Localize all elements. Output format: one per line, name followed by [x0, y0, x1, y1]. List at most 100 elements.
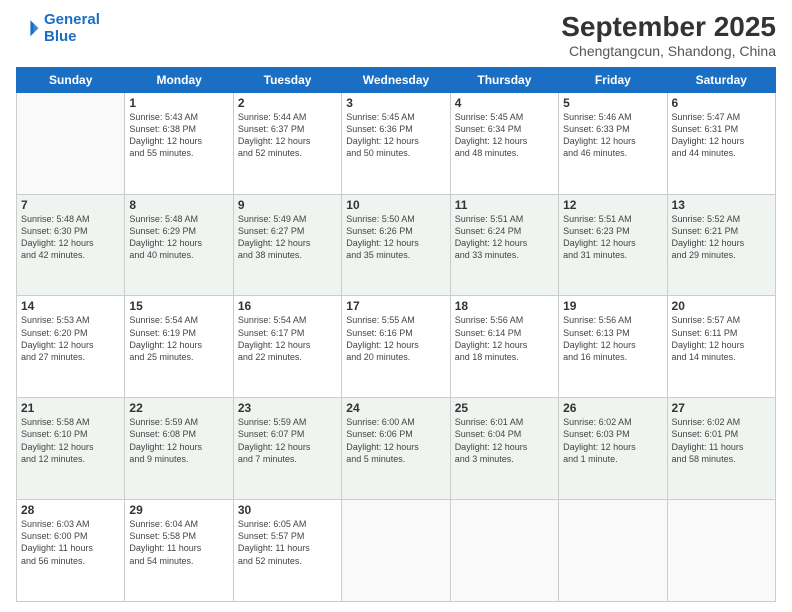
day-info: Sunrise: 5:59 AM Sunset: 6:07 PM Dayligh…	[238, 416, 337, 465]
table-row: 30Sunrise: 6:05 AM Sunset: 5:57 PM Dayli…	[233, 500, 341, 602]
calendar-week-row: 1Sunrise: 5:43 AM Sunset: 6:38 PM Daylig…	[17, 92, 776, 194]
table-row: 3Sunrise: 5:45 AM Sunset: 6:36 PM Daylig…	[342, 92, 450, 194]
day-info: Sunrise: 6:05 AM Sunset: 5:57 PM Dayligh…	[238, 518, 337, 567]
table-row: 21Sunrise: 5:58 AM Sunset: 6:10 PM Dayli…	[17, 398, 125, 500]
day-number: 19	[563, 299, 662, 313]
table-row: 7Sunrise: 5:48 AM Sunset: 6:30 PM Daylig…	[17, 194, 125, 296]
day-info: Sunrise: 6:02 AM Sunset: 6:03 PM Dayligh…	[563, 416, 662, 465]
day-info: Sunrise: 5:59 AM Sunset: 6:08 PM Dayligh…	[129, 416, 228, 465]
day-info: Sunrise: 5:49 AM Sunset: 6:27 PM Dayligh…	[238, 213, 337, 262]
calendar-week-row: 14Sunrise: 5:53 AM Sunset: 6:20 PM Dayli…	[17, 296, 776, 398]
table-row: 5Sunrise: 5:46 AM Sunset: 6:33 PM Daylig…	[559, 92, 667, 194]
day-number: 27	[672, 401, 771, 415]
day-number: 10	[346, 198, 445, 212]
day-info: Sunrise: 6:02 AM Sunset: 6:01 PM Dayligh…	[672, 416, 771, 465]
day-number: 16	[238, 299, 337, 313]
table-row: 15Sunrise: 5:54 AM Sunset: 6:19 PM Dayli…	[125, 296, 233, 398]
header: General Blue September 2025 Chengtangcun…	[16, 12, 776, 59]
day-number: 21	[21, 401, 120, 415]
header-sunday: Sunday	[17, 67, 125, 92]
day-number: 24	[346, 401, 445, 415]
table-row: 28Sunrise: 6:03 AM Sunset: 6:00 PM Dayli…	[17, 500, 125, 602]
day-number: 15	[129, 299, 228, 313]
table-row: 20Sunrise: 5:57 AM Sunset: 6:11 PM Dayli…	[667, 296, 775, 398]
header-tuesday: Tuesday	[233, 67, 341, 92]
day-number: 8	[129, 198, 228, 212]
header-thursday: Thursday	[450, 67, 558, 92]
day-info: Sunrise: 5:48 AM Sunset: 6:30 PM Dayligh…	[21, 213, 120, 262]
day-number: 28	[21, 503, 120, 517]
day-info: Sunrise: 6:00 AM Sunset: 6:06 PM Dayligh…	[346, 416, 445, 465]
table-row: 23Sunrise: 5:59 AM Sunset: 6:07 PM Dayli…	[233, 398, 341, 500]
header-wednesday: Wednesday	[342, 67, 450, 92]
logo: General Blue	[16, 12, 100, 45]
header-monday: Monday	[125, 67, 233, 92]
day-info: Sunrise: 5:51 AM Sunset: 6:24 PM Dayligh…	[455, 213, 554, 262]
day-info: Sunrise: 6:01 AM Sunset: 6:04 PM Dayligh…	[455, 416, 554, 465]
logo-icon	[16, 17, 40, 41]
day-number: 11	[455, 198, 554, 212]
table-row: 9Sunrise: 5:49 AM Sunset: 6:27 PM Daylig…	[233, 194, 341, 296]
table-row: 17Sunrise: 5:55 AM Sunset: 6:16 PM Dayli…	[342, 296, 450, 398]
page: General Blue September 2025 Chengtangcun…	[0, 0, 792, 612]
calendar-table: Sunday Monday Tuesday Wednesday Thursday…	[16, 67, 776, 602]
day-number: 7	[21, 198, 120, 212]
calendar-week-row: 7Sunrise: 5:48 AM Sunset: 6:30 PM Daylig…	[17, 194, 776, 296]
header-saturday: Saturday	[667, 67, 775, 92]
weekday-header-row: Sunday Monday Tuesday Wednesday Thursday…	[17, 67, 776, 92]
header-friday: Friday	[559, 67, 667, 92]
day-number: 12	[563, 198, 662, 212]
location-subtitle: Chengtangcun, Shandong, China	[561, 43, 776, 59]
table-row	[450, 500, 558, 602]
table-row: 18Sunrise: 5:56 AM Sunset: 6:14 PM Dayli…	[450, 296, 558, 398]
day-info: Sunrise: 5:54 AM Sunset: 6:17 PM Dayligh…	[238, 314, 337, 363]
day-number: 22	[129, 401, 228, 415]
day-info: Sunrise: 5:51 AM Sunset: 6:23 PM Dayligh…	[563, 213, 662, 262]
day-info: Sunrise: 5:50 AM Sunset: 6:26 PM Dayligh…	[346, 213, 445, 262]
day-number: 6	[672, 96, 771, 110]
day-number: 30	[238, 503, 337, 517]
table-row	[17, 92, 125, 194]
day-info: Sunrise: 5:45 AM Sunset: 6:34 PM Dayligh…	[455, 111, 554, 160]
day-info: Sunrise: 5:45 AM Sunset: 6:36 PM Dayligh…	[346, 111, 445, 160]
day-number: 9	[238, 198, 337, 212]
day-info: Sunrise: 5:43 AM Sunset: 6:38 PM Dayligh…	[129, 111, 228, 160]
table-row: 8Sunrise: 5:48 AM Sunset: 6:29 PM Daylig…	[125, 194, 233, 296]
day-number: 4	[455, 96, 554, 110]
table-row: 6Sunrise: 5:47 AM Sunset: 6:31 PM Daylig…	[667, 92, 775, 194]
table-row	[559, 500, 667, 602]
day-number: 13	[672, 198, 771, 212]
table-row: 25Sunrise: 6:01 AM Sunset: 6:04 PM Dayli…	[450, 398, 558, 500]
day-info: Sunrise: 5:54 AM Sunset: 6:19 PM Dayligh…	[129, 314, 228, 363]
day-info: Sunrise: 6:04 AM Sunset: 5:58 PM Dayligh…	[129, 518, 228, 567]
calendar-week-row: 28Sunrise: 6:03 AM Sunset: 6:00 PM Dayli…	[17, 500, 776, 602]
calendar-week-row: 21Sunrise: 5:58 AM Sunset: 6:10 PM Dayli…	[17, 398, 776, 500]
day-number: 20	[672, 299, 771, 313]
day-info: Sunrise: 6:03 AM Sunset: 6:00 PM Dayligh…	[21, 518, 120, 567]
table-row: 29Sunrise: 6:04 AM Sunset: 5:58 PM Dayli…	[125, 500, 233, 602]
day-info: Sunrise: 5:46 AM Sunset: 6:33 PM Dayligh…	[563, 111, 662, 160]
day-number: 25	[455, 401, 554, 415]
day-info: Sunrise: 5:58 AM Sunset: 6:10 PM Dayligh…	[21, 416, 120, 465]
day-number: 17	[346, 299, 445, 313]
table-row: 2Sunrise: 5:44 AM Sunset: 6:37 PM Daylig…	[233, 92, 341, 194]
table-row: 1Sunrise: 5:43 AM Sunset: 6:38 PM Daylig…	[125, 92, 233, 194]
day-info: Sunrise: 5:44 AM Sunset: 6:37 PM Dayligh…	[238, 111, 337, 160]
day-number: 1	[129, 96, 228, 110]
day-number: 18	[455, 299, 554, 313]
day-info: Sunrise: 5:47 AM Sunset: 6:31 PM Dayligh…	[672, 111, 771, 160]
day-info: Sunrise: 5:48 AM Sunset: 6:29 PM Dayligh…	[129, 213, 228, 262]
table-row: 11Sunrise: 5:51 AM Sunset: 6:24 PM Dayli…	[450, 194, 558, 296]
table-row	[342, 500, 450, 602]
logo-line1: General	[44, 11, 100, 28]
table-row: 22Sunrise: 5:59 AM Sunset: 6:08 PM Dayli…	[125, 398, 233, 500]
day-info: Sunrise: 5:52 AM Sunset: 6:21 PM Dayligh…	[672, 213, 771, 262]
table-row: 12Sunrise: 5:51 AM Sunset: 6:23 PM Dayli…	[559, 194, 667, 296]
day-number: 14	[21, 299, 120, 313]
day-number: 2	[238, 96, 337, 110]
logo-line2: Blue	[44, 28, 77, 45]
day-info: Sunrise: 5:53 AM Sunset: 6:20 PM Dayligh…	[21, 314, 120, 363]
day-info: Sunrise: 5:56 AM Sunset: 6:13 PM Dayligh…	[563, 314, 662, 363]
day-info: Sunrise: 5:57 AM Sunset: 6:11 PM Dayligh…	[672, 314, 771, 363]
table-row: 27Sunrise: 6:02 AM Sunset: 6:01 PM Dayli…	[667, 398, 775, 500]
